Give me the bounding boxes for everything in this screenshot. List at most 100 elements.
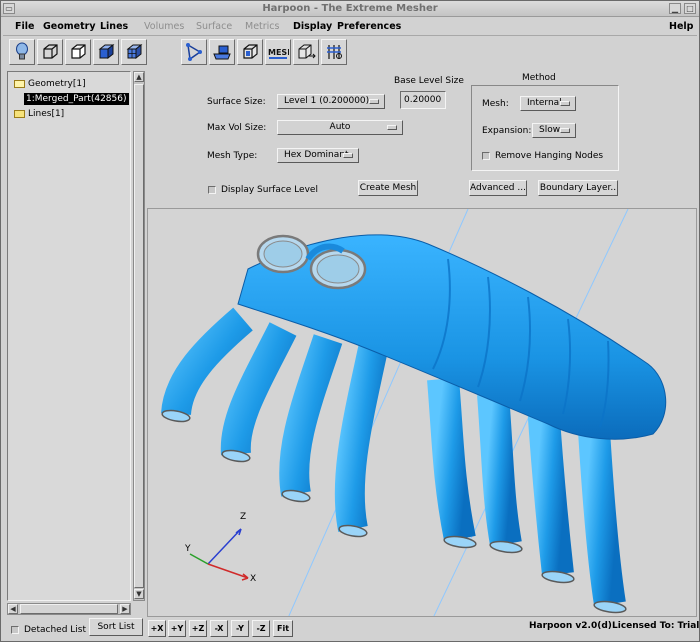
- volume-button[interactable]: [237, 39, 263, 65]
- view-plus-z-button[interactable]: +Z: [189, 620, 207, 637]
- boundary-layer-button[interactable]: Boundary Layer..: [538, 180, 618, 196]
- menu-file[interactable]: File: [15, 21, 34, 32]
- base-level-size-field[interactable]: 0.20000: [400, 91, 446, 109]
- detached-list-option[interactable]: Detached List: [11, 625, 86, 635]
- intake-manifold-model[interactable]: [148, 209, 697, 617]
- remove-hanging-nodes-option[interactable]: Remove Hanging Nodes: [482, 151, 603, 161]
- method-mesh-label: Mesh:: [482, 99, 509, 109]
- mesh-button[interactable]: MESH: [265, 39, 291, 65]
- dropdown-indicator-icon: [343, 153, 353, 158]
- geometry-tree[interactable]: Geometry[1] 1:Merged_Part(42856) Lines[1…: [7, 71, 131, 601]
- detached-list-label: Detached List: [24, 625, 87, 635]
- dropdown-indicator-icon: [560, 128, 570, 133]
- export-mesh-button[interactable]: [293, 39, 319, 65]
- wireframe-cube-icon: [43, 44, 58, 59]
- view-plus-x-button[interactable]: +X: [148, 620, 166, 637]
- axis-x-label: X: [250, 574, 257, 584]
- tools-icon: [327, 45, 342, 59]
- lightbulb-button[interactable]: [9, 39, 35, 65]
- base-level-size-label: Base Level Size: [394, 76, 464, 86]
- lightbulb-icon: [16, 42, 28, 60]
- tree-item-geometry[interactable]: Geometry[1]: [14, 77, 86, 90]
- create-mesh-button[interactable]: Create Mesh: [358, 180, 418, 196]
- mesh-type-value: Hex Dominant: [284, 150, 349, 160]
- max-vol-size-label: Max Vol Size:: [207, 123, 267, 133]
- surface-button[interactable]: [209, 39, 235, 65]
- open-folder-icon: [14, 79, 25, 88]
- scroll-right-icon[interactable]: ▶: [120, 604, 130, 614]
- max-vol-size-dropdown[interactable]: Auto: [277, 120, 403, 135]
- display-surface-level-option[interactable]: Display Surface Level: [208, 185, 318, 195]
- mesh-cube-button[interactable]: [121, 39, 147, 65]
- folder-icon: [14, 109, 25, 118]
- maximize-icon[interactable]: □: [684, 3, 696, 14]
- mesh-text-icon: MESH: [268, 48, 289, 59]
- method-mesh-dropdown[interactable]: Internal: [520, 96, 576, 111]
- mesh-cube-icon: [126, 43, 143, 60]
- tree-geometry-label: Geometry[1]: [28, 78, 86, 89]
- view-minus-y-button[interactable]: -Y: [231, 620, 249, 637]
- tree-item-merged-part[interactable]: 1:Merged_Part(42856): [24, 93, 129, 105]
- method-title: Method: [522, 73, 556, 83]
- remove-hanging-nodes-label: Remove Hanging Nodes: [495, 151, 604, 161]
- menu-display[interactable]: Display: [293, 21, 332, 32]
- fit-view-button[interactable]: Fit: [273, 620, 293, 637]
- shaded-cube-button[interactable]: [93, 39, 119, 65]
- nodes-icon: [186, 43, 202, 61]
- menu-metrics[interactable]: Metrics: [245, 21, 279, 32]
- menu-preferences[interactable]: Preferences: [337, 21, 401, 32]
- surface-size-value: Level 1 (0.200000): [284, 96, 370, 106]
- tree-item-lines[interactable]: Lines[1]: [14, 107, 64, 120]
- advanced-button[interactable]: Advanced ...: [469, 180, 527, 196]
- harpoon-window: ▭ Harpoon - The Extreme Mesher ▁ □ File …: [0, 0, 700, 642]
- window-title: Harpoon - The Extreme Mesher: [262, 3, 438, 14]
- surface-size-label: Surface Size:: [207, 97, 266, 107]
- menu-geometry[interactable]: Geometry: [43, 21, 96, 32]
- detached-list-checkbox[interactable]: [11, 626, 19, 634]
- sort-list-button[interactable]: Sort List: [89, 618, 143, 636]
- toolbar: MESH: [3, 37, 697, 67]
- 3d-viewport[interactable]: Z X Y: [147, 208, 697, 617]
- wireframe-cube-button[interactable]: [37, 39, 63, 65]
- view-minus-z-button[interactable]: -Z: [252, 620, 270, 637]
- nodes-button[interactable]: [181, 39, 207, 65]
- view-minus-x-button[interactable]: -X: [210, 620, 228, 637]
- tree-vertical-scrollbar[interactable]: ▲ ▼: [133, 71, 145, 601]
- tree-horizontal-scrollbar[interactable]: ◀ ▶: [7, 603, 131, 615]
- menu-help[interactable]: Help: [669, 21, 693, 32]
- method-group: Mesh: Internal Expansion: Slow Remove Ha…: [471, 85, 619, 171]
- display-surface-level-checkbox[interactable]: [208, 186, 216, 194]
- hidden-line-cube-button[interactable]: [65, 39, 91, 65]
- remove-hanging-nodes-checkbox[interactable]: [482, 152, 490, 160]
- menu-volumes[interactable]: Volumes: [144, 21, 184, 32]
- geometry-tree-panel: Geometry[1] 1:Merged_Part(42856) Lines[1…: [7, 71, 145, 617]
- dropdown-indicator-icon: [387, 125, 397, 130]
- dropdown-indicator-icon: [560, 101, 570, 106]
- menu-bar: File Geometry Lines Volumes Surface Metr…: [3, 18, 697, 36]
- mesh-type-dropdown[interactable]: Hex Dominant: [277, 148, 359, 163]
- axis-z-label: Z: [240, 512, 247, 522]
- mesh-type-label: Mesh Type:: [207, 151, 258, 161]
- method-mesh-value: Internal: [527, 98, 562, 108]
- display-surface-level-label: Display Surface Level: [221, 185, 318, 195]
- surface-size-dropdown[interactable]: Level 1 (0.200000): [277, 94, 385, 109]
- expansion-value: Slow: [539, 125, 561, 135]
- vertical-scroll-thumb[interactable]: [134, 84, 144, 588]
- tools-button[interactable]: [321, 39, 347, 65]
- dropdown-indicator-icon: [369, 99, 379, 104]
- hidden-line-cube-icon: [71, 44, 86, 59]
- horizontal-scroll-thumb[interactable]: [20, 604, 118, 614]
- expansion-dropdown[interactable]: Slow: [532, 123, 576, 138]
- license-text: Licensed To: Trial: [612, 621, 700, 631]
- tree-lines-label: Lines[1]: [28, 108, 65, 119]
- expansion-label: Expansion:: [482, 126, 532, 136]
- scroll-left-icon[interactable]: ◀: [8, 604, 18, 614]
- title-bar[interactable]: ▭ Harpoon - The Extreme Mesher ▁ □: [1, 1, 699, 17]
- view-plus-y-button[interactable]: +Y: [168, 620, 186, 637]
- scroll-down-icon[interactable]: ▼: [134, 589, 144, 599]
- minimize-icon[interactable]: ▁: [669, 3, 681, 14]
- menu-surface[interactable]: Surface: [196, 21, 232, 32]
- max-vol-size-value: Auto: [329, 122, 351, 132]
- menu-lines[interactable]: Lines: [100, 21, 128, 32]
- scroll-up-icon[interactable]: ▲: [134, 72, 144, 82]
